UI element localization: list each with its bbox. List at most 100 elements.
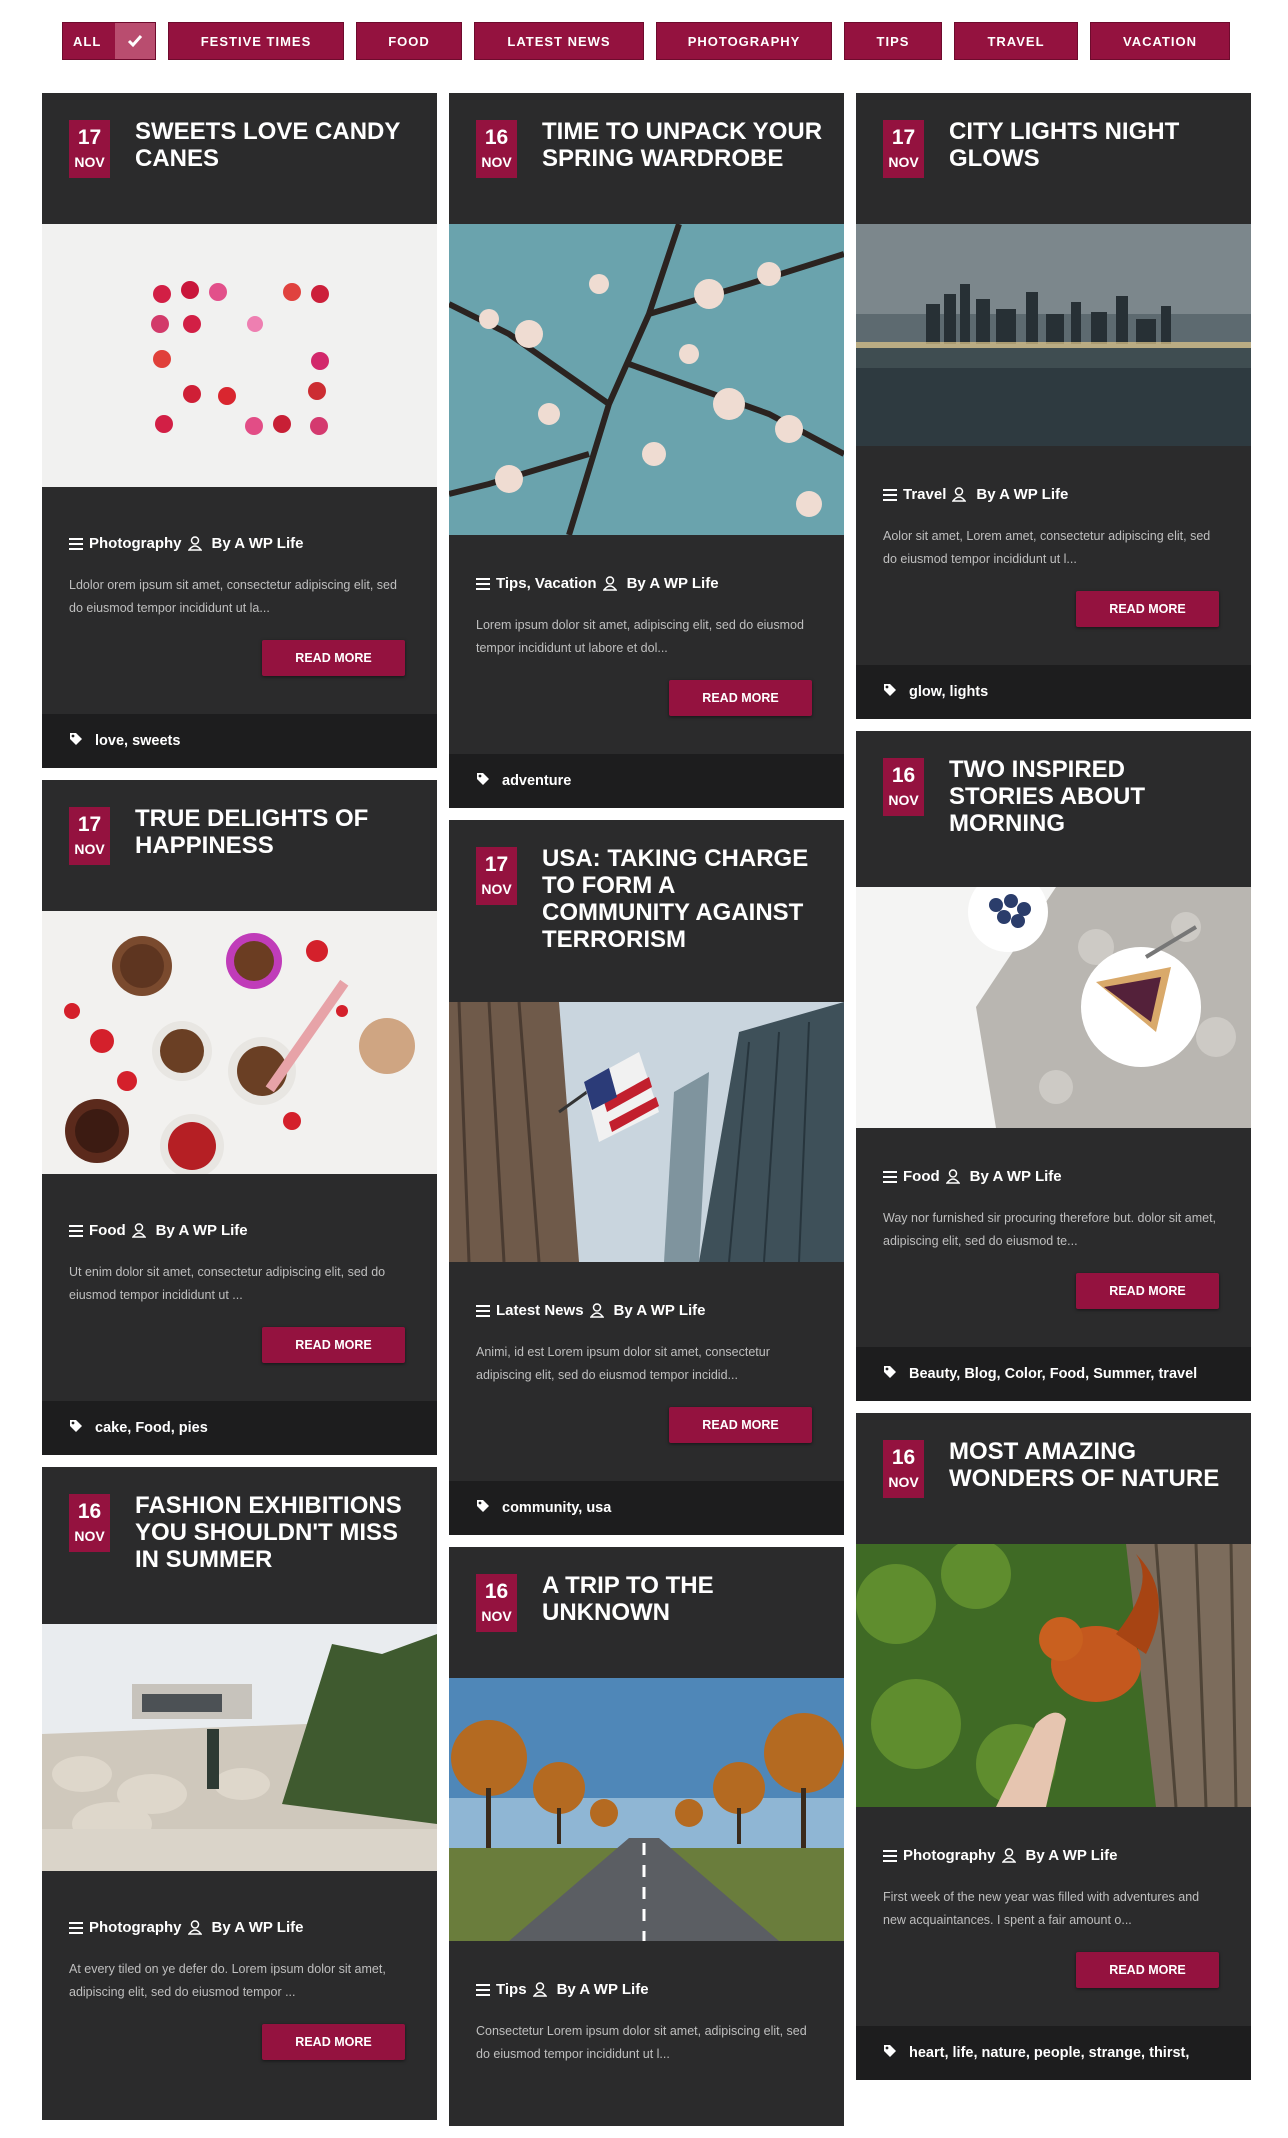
filter-food[interactable]: Food xyxy=(356,22,462,60)
post-title[interactable]: Time To Unpack Your Spring Wardrobe xyxy=(542,118,824,172)
post-excerpt: Ldolor orem ipsum sit amet, consectetur … xyxy=(69,578,397,615)
filter-tips[interactable]: Tips xyxy=(844,22,942,60)
tags-list[interactable]: adventure xyxy=(502,773,571,789)
blossom-photo[interactable] xyxy=(449,224,844,535)
post-title[interactable]: A Trip To The Unknown xyxy=(542,1572,824,1626)
post-title[interactable]: City Lights Night Glows xyxy=(949,118,1231,172)
category-icon xyxy=(476,577,490,590)
date-day: 16 xyxy=(77,1500,102,1523)
category-icon xyxy=(69,537,83,550)
post-author[interactable]: By A WP Life xyxy=(614,1302,706,1319)
date-badge: 16 NOV xyxy=(883,758,924,816)
filter-festive-times[interactable]: Festive Times xyxy=(168,22,344,60)
post-author[interactable]: By A WP Life xyxy=(212,535,304,552)
post-title[interactable]: Sweets Love Candy Canes xyxy=(135,118,417,172)
category-icon xyxy=(476,1983,490,1996)
read-more-button[interactable]: READ MORE xyxy=(1076,591,1219,627)
read-more-button[interactable]: READ MORE xyxy=(262,1327,405,1363)
city-night-photo[interactable] xyxy=(856,224,1251,446)
tags-list[interactable]: glow, lights xyxy=(909,684,988,700)
post-title[interactable]: Two Inspired Stories About Morning xyxy=(949,756,1231,837)
autumn-road-photo[interactable] xyxy=(449,1678,844,1941)
post-card: 16 NOV Fashion Exhibitions You Shouldn't… xyxy=(42,1467,437,2120)
filter-photography[interactable]: Photography xyxy=(656,22,832,60)
squirrel-photo[interactable] xyxy=(856,1544,1251,1807)
pie-blueberries-photo[interactable] xyxy=(856,887,1251,1128)
post-tags: love, sweets xyxy=(42,714,437,768)
filter-vacation[interactable]: Vacation xyxy=(1090,22,1230,60)
desert-house-photo[interactable] xyxy=(42,1624,437,1871)
date-day: 17 xyxy=(484,853,509,876)
read-more-button[interactable]: READ MORE xyxy=(262,2024,405,2060)
filter-travel[interactable]: Travel xyxy=(954,22,1078,60)
date-month: NOV xyxy=(481,881,512,897)
filter-latest-news[interactable]: Latest News xyxy=(474,22,644,60)
date-badge: 16 NOV xyxy=(476,120,517,178)
tags-list[interactable]: heart, life, nature, people, strange, th… xyxy=(909,2045,1189,2061)
post-category[interactable]: Tips, Vacation xyxy=(496,575,597,592)
user-icon xyxy=(602,576,617,591)
post-category[interactable]: Latest News xyxy=(496,1302,584,1319)
tag-icon xyxy=(883,2044,897,2062)
post-category[interactable]: Tips xyxy=(496,1981,527,1998)
tags-list[interactable]: cake, Food, pies xyxy=(95,1420,208,1436)
hearts-photo[interactable] xyxy=(42,224,437,487)
category-icon xyxy=(883,488,897,501)
post-title[interactable]: Most Amazing Wonders Of Nature xyxy=(949,1438,1231,1492)
post-category[interactable]: Travel xyxy=(903,486,946,503)
post-author[interactable]: By A WP Life xyxy=(557,1981,649,1998)
post-excerpt: Animi, id est Lorem ipsum dolor sit amet… xyxy=(476,1345,770,1382)
user-icon xyxy=(589,1303,604,1318)
tags-list[interactable]: community, usa xyxy=(502,1500,611,1516)
post-title[interactable]: True Delights Of Happiness xyxy=(135,805,417,859)
posts-column-3: 17 NOV City Lights Night Glows xyxy=(856,93,1251,2092)
post-author[interactable]: By A WP Life xyxy=(156,1222,248,1239)
date-month: NOV xyxy=(74,841,105,857)
post-author[interactable]: By A WP Life xyxy=(627,575,719,592)
post-title[interactable]: USA: Taking Charge To Form A Community A… xyxy=(542,845,824,953)
post-meta: Photography By A WP Life xyxy=(42,535,437,552)
post-excerpt: Way nor furnished sir procuring therefor… xyxy=(883,1211,1217,1248)
post-meta: Travel By A WP Life xyxy=(856,486,1251,503)
strawberry-cups-photo[interactable] xyxy=(42,911,437,1174)
read-more-button[interactable]: READ MORE xyxy=(1076,1273,1219,1309)
post-author[interactable]: By A WP Life xyxy=(976,486,1068,503)
read-more-button[interactable]: READ MORE xyxy=(669,1407,812,1443)
category-icon xyxy=(883,1170,897,1183)
tag-icon xyxy=(476,772,490,790)
post-category[interactable]: Food xyxy=(89,1222,126,1239)
flag-skyscraper-photo[interactable] xyxy=(449,1002,844,1262)
post-author[interactable]: By A WP Life xyxy=(212,1919,304,1936)
date-day: 16 xyxy=(891,1446,916,1469)
post-card: 17 NOV Sweets Love Candy Canes xyxy=(42,93,437,768)
read-more-button[interactable]: READ MORE xyxy=(1076,1952,1219,1988)
filter-all[interactable]: All xyxy=(62,22,156,60)
date-badge: 17 NOV xyxy=(69,807,110,865)
tag-icon xyxy=(883,1365,897,1383)
read-more-button[interactable]: READ MORE xyxy=(669,680,812,716)
date-day: 16 xyxy=(484,126,509,149)
tags-list[interactable]: love, sweets xyxy=(95,733,180,749)
read-more-button[interactable]: READ MORE xyxy=(262,640,405,676)
post-category[interactable]: Photography xyxy=(89,1919,182,1936)
post-excerpt: Aolor sit amet, Lorem amet, consectetur … xyxy=(883,529,1211,566)
post-title[interactable]: Fashion Exhibitions You Shouldn't Miss I… xyxy=(135,1492,417,1573)
post-author[interactable]: By A WP Life xyxy=(1026,1847,1118,1864)
category-icon xyxy=(69,1224,83,1237)
post-card: 17 NOV True Delights Of Happiness Foo xyxy=(42,780,437,1455)
post-category[interactable]: Food xyxy=(903,1168,940,1185)
date-day: 17 xyxy=(77,813,102,836)
tag-icon xyxy=(69,732,83,750)
tags-list[interactable]: Beauty, Blog, Color, Food, Summer, trave… xyxy=(909,1366,1197,1382)
post-category[interactable]: Photography xyxy=(89,535,182,552)
check-icon xyxy=(115,23,155,59)
post-card: 16 NOV Most Amazing Wonders Of Nature Ph… xyxy=(856,1413,1251,2080)
post-category[interactable]: Photography xyxy=(903,1847,996,1864)
post-card: 16 NOV Time To Unpack Your Spring Wardro… xyxy=(449,93,844,808)
post-author[interactable]: By A WP Life xyxy=(970,1168,1062,1185)
post-card: 16 NOV Two Inspired Stories About Mornin… xyxy=(856,731,1251,1401)
date-badge: 17 NOV xyxy=(883,120,924,178)
post-meta: Tips By A WP Life xyxy=(449,1981,844,1998)
posts-column-1: 17 NOV Sweets Love Candy Canes xyxy=(42,93,437,2132)
post-excerpt: At every tiled on ye defer do. Lorem ips… xyxy=(69,1962,386,1999)
